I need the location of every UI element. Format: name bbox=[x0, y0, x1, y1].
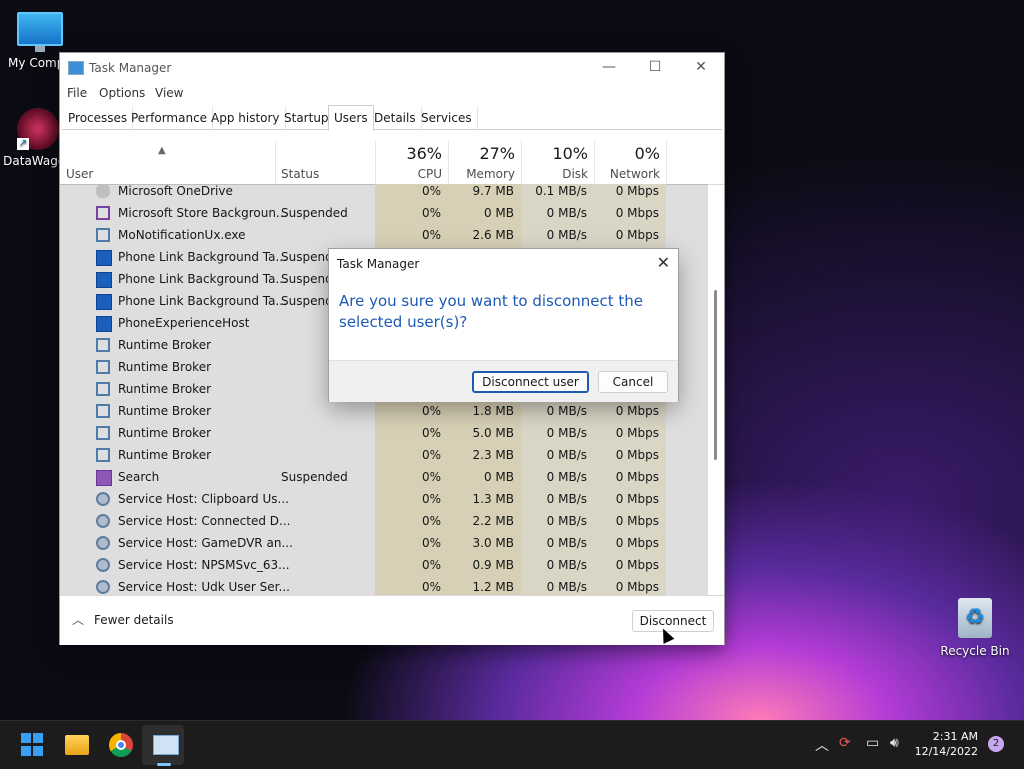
dialog-message: Are you sure you want to disconnect the … bbox=[339, 292, 644, 331]
tab-bar: Processes Performance App history Startu… bbox=[62, 105, 722, 131]
column-cpu-label: CPU bbox=[417, 167, 442, 181]
tab-services[interactable]: Services bbox=[416, 107, 478, 129]
network-total: 0% bbox=[634, 144, 660, 163]
column-memory[interactable]: 27% Memory bbox=[448, 141, 522, 184]
dialog-title: Task Manager bbox=[337, 257, 420, 271]
footer-bar: ︿ Fewer details Disconnect bbox=[60, 595, 724, 645]
chevron-up-icon: ︿ bbox=[72, 613, 85, 627]
tab-performance[interactable]: Performance bbox=[126, 107, 214, 129]
desktop-icon-recycle-bin[interactable]: ♻ Recycle Bin bbox=[935, 598, 1015, 658]
minimize-button[interactable]: — bbox=[586, 53, 632, 83]
computer-icon bbox=[17, 12, 63, 52]
cancel-button[interactable]: Cancel bbox=[598, 371, 668, 393]
column-status-label: Status bbox=[281, 167, 320, 181]
disk-total: 10% bbox=[552, 144, 588, 163]
tab-app-history[interactable]: App history bbox=[206, 107, 286, 129]
shortcut-arrow-icon: ↗ bbox=[17, 138, 29, 150]
window-title: Task Manager bbox=[89, 61, 172, 75]
column-memory-label: Memory bbox=[466, 167, 515, 181]
tab-details[interactable]: Details bbox=[369, 107, 422, 129]
disconnect-button[interactable]: Disconnect bbox=[632, 610, 714, 632]
sort-ascending-icon: ▲ bbox=[158, 145, 166, 156]
fewer-details-link[interactable]: ︿ Fewer details bbox=[72, 611, 174, 628]
memory-total: 27% bbox=[479, 144, 515, 163]
tab-startup[interactable]: Startup bbox=[279, 107, 335, 129]
chrome-icon[interactable] bbox=[109, 733, 133, 757]
sync-icon[interactable]: ⟳ bbox=[839, 735, 851, 751]
menu-bar: File Options View bbox=[60, 83, 724, 103]
column-user-label: User bbox=[66, 167, 94, 181]
menu-view[interactable]: View bbox=[155, 86, 183, 100]
dialog-close-icon[interactable]: ✕ bbox=[657, 253, 670, 272]
start-button[interactable] bbox=[21, 733, 45, 757]
show-hidden-icons-chevron-icon[interactable]: ︿ bbox=[815, 735, 829, 755]
active-app-indicator bbox=[157, 763, 171, 766]
task-manager-app-icon bbox=[68, 61, 84, 75]
tab-users[interactable]: Users bbox=[328, 105, 374, 131]
clock-date: 12/14/2022 bbox=[914, 745, 978, 758]
dialog-button-bar: Disconnect user Cancel bbox=[329, 360, 678, 402]
notification-badge[interactable]: 2 bbox=[988, 736, 1004, 752]
menu-options[interactable]: Options bbox=[99, 86, 145, 100]
fewer-details-label: Fewer details bbox=[94, 613, 174, 627]
column-status[interactable]: Status bbox=[275, 141, 376, 184]
file-explorer-icon[interactable] bbox=[65, 735, 89, 755]
clock-time: 2:31 AM bbox=[932, 730, 978, 743]
scrollbar-thumb[interactable] bbox=[714, 290, 717, 460]
vertical-scrollbar[interactable] bbox=[712, 184, 720, 596]
desktop-icon-label: Recycle Bin bbox=[940, 644, 1010, 658]
tab-processes[interactable]: Processes bbox=[63, 107, 134, 129]
column-user[interactable]: ▲ User bbox=[60, 141, 276, 184]
disconnect-user-button[interactable]: Disconnect user bbox=[472, 371, 589, 393]
title-bar[interactable]: Task Manager — ☐ ✕ bbox=[60, 53, 724, 83]
taskbar: ︿ ⟳ ▭ 🔊︎ 2:31 AM 12/14/2022 2 bbox=[0, 720, 1024, 769]
column-header-row: ▲ User Status 36% CPU 27% Memory 10% Dis… bbox=[60, 141, 724, 185]
confirm-disconnect-dialog: Task Manager ✕ Are you sure you want to … bbox=[329, 249, 678, 402]
column-network-label: Network bbox=[609, 167, 660, 181]
column-disk[interactable]: 10% Disk bbox=[521, 141, 595, 184]
column-disk-label: Disk bbox=[562, 167, 588, 181]
close-button[interactable]: ✕ bbox=[678, 53, 724, 83]
volume-icon[interactable]: 🔊︎ bbox=[890, 735, 899, 751]
recycle-bin-icon: ♻ bbox=[958, 598, 992, 638]
datawagon-icon: ↗ bbox=[17, 108, 59, 150]
clock[interactable]: 2:31 AM 12/14/2022 bbox=[915, 729, 978, 759]
column-cpu[interactable]: 36% CPU bbox=[375, 141, 449, 184]
cpu-total: 36% bbox=[406, 144, 442, 163]
menu-file[interactable]: File bbox=[67, 86, 87, 100]
maximize-button[interactable]: ☐ bbox=[632, 53, 678, 83]
task-manager-taskbar-icon[interactable] bbox=[153, 735, 179, 755]
network-icon[interactable]: ▭ bbox=[866, 735, 879, 751]
column-network[interactable]: 0% Network bbox=[594, 141, 667, 184]
